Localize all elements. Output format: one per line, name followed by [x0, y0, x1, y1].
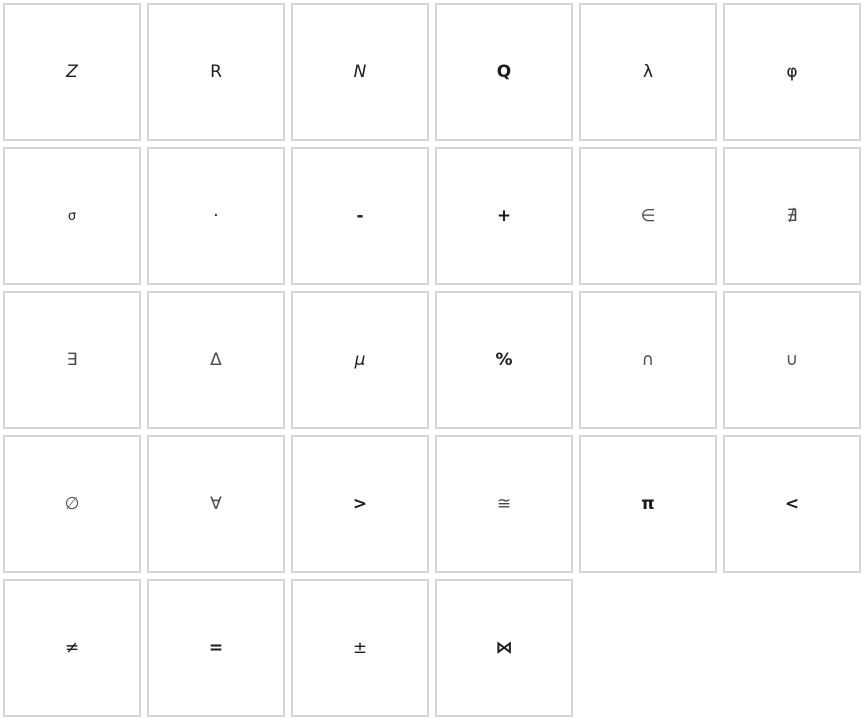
- symbol-glyph: ⋈: [495, 637, 513, 658]
- symbol-glyph: φ: [786, 61, 798, 82]
- symbol-tile-plus[interactable]: +: [435, 147, 573, 285]
- symbol-glyph: -: [356, 205, 364, 226]
- symbol-glyph: >: [352, 493, 368, 514]
- symbol-tile-delta[interactable]: Δ: [147, 291, 285, 429]
- symbol-tile-less-than[interactable]: <: [723, 435, 861, 573]
- symbol-tile-sigma[interactable]: σ: [3, 147, 141, 285]
- symbol-glyph: λ: [642, 61, 654, 82]
- symbol-glyph: ∄: [786, 205, 798, 226]
- symbol-tile-naturals[interactable]: N: [291, 3, 429, 141]
- symbol-glyph: ∀: [210, 493, 222, 514]
- symbol-glyph: ∩: [641, 349, 655, 370]
- symbol-glyph: =: [208, 637, 224, 658]
- symbol-glyph: ·: [213, 205, 219, 226]
- symbol-tile-greater-than[interactable]: >: [291, 435, 429, 573]
- symbol-glyph: ∃: [66, 349, 78, 370]
- symbol-tile-rationals[interactable]: Q: [435, 3, 573, 141]
- symbol-tile-minus[interactable]: -: [291, 147, 429, 285]
- symbol-glyph: <: [784, 493, 800, 514]
- symbol-tile-bowtie[interactable]: ⋈: [435, 579, 573, 717]
- symbol-glyph: +: [496, 205, 512, 226]
- symbol-tile-integers[interactable]: Z: [3, 3, 141, 141]
- symbol-tile-reals[interactable]: R: [147, 3, 285, 141]
- symbol-tile-percent[interactable]: %: [435, 291, 573, 429]
- symbol-tile-pi[interactable]: π: [579, 435, 717, 573]
- symbol-glyph: ∈: [640, 205, 656, 226]
- symbol-tile-intersection[interactable]: ∩: [579, 291, 717, 429]
- symbol-tile-dot[interactable]: ·: [147, 147, 285, 285]
- symbol-tile-element-of[interactable]: ∈: [579, 147, 717, 285]
- symbol-glyph: ∪: [785, 349, 799, 370]
- symbol-tile-empty-set[interactable]: ∅: [3, 435, 141, 573]
- symbol-glyph: Z: [66, 61, 78, 82]
- symbol-tile-phi[interactable]: φ: [723, 3, 861, 141]
- symbol-glyph: σ: [67, 208, 77, 224]
- symbol-tile-lambda[interactable]: λ: [579, 3, 717, 141]
- symbol-glyph: Δ: [210, 349, 222, 370]
- symbol-glyph: μ: [354, 349, 366, 370]
- symbol-tile-plus-minus[interactable]: ±: [291, 579, 429, 717]
- symbol-glyph: R: [210, 61, 222, 82]
- symbol-tile-exists[interactable]: ∃: [3, 291, 141, 429]
- symbol-glyph: %: [495, 349, 513, 370]
- symbol-tile-for-all[interactable]: ∀: [147, 435, 285, 573]
- symbol-tile-union[interactable]: ∪: [723, 291, 861, 429]
- symbol-glyph: ∅: [64, 493, 80, 514]
- symbol-tile-not-equal[interactable]: ≠: [3, 579, 141, 717]
- symbol-glyph: N: [353, 61, 367, 82]
- symbol-glyph: Q: [496, 61, 512, 82]
- symbol-glyph: ±: [352, 637, 368, 658]
- symbol-glyph: ≠: [64, 637, 80, 658]
- symbol-grid: Z R N Q λ φ σ · - + ∈ ∄ ∃ Δ μ % ∩ ∪ ∅ ∀ …: [3, 3, 861, 717]
- symbol-tile-congruent[interactable]: ≅: [435, 435, 573, 573]
- symbol-glyph: π: [641, 493, 655, 514]
- symbol-tile-mu[interactable]: μ: [291, 291, 429, 429]
- symbol-tile-equal[interactable]: =: [147, 579, 285, 717]
- symbol-tile-not-exists[interactable]: ∄: [723, 147, 861, 285]
- symbol-glyph: ≅: [496, 493, 512, 514]
